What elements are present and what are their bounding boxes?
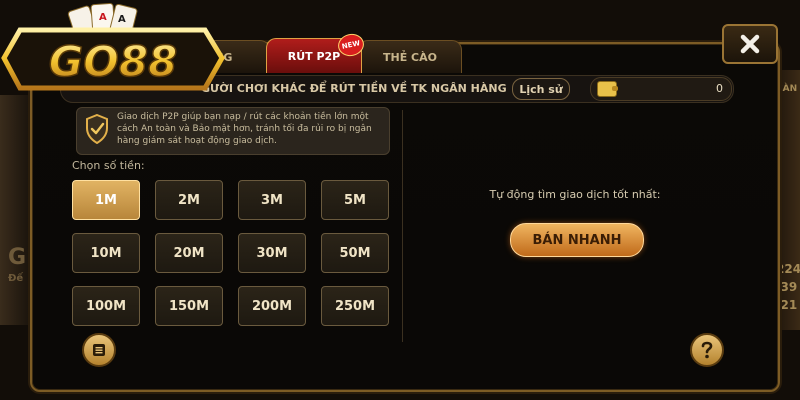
close-button[interactable] <box>722 24 778 64</box>
svg-text:A: A <box>118 14 126 25</box>
amount-option-250m[interactable]: 250M <box>321 286 389 326</box>
wallet-icon <box>597 81 618 97</box>
amount-option-200m[interactable]: 200M <box>238 286 306 326</box>
question-mark-icon <box>701 341 713 359</box>
balance-value: 0 <box>716 82 723 95</box>
amount-option-150m[interactable]: 150M <box>155 286 223 326</box>
background-left-panel: G Đế <box>0 95 30 325</box>
amount-option-50m[interactable]: 50M <box>321 233 389 273</box>
notes-button[interactable] <box>82 333 116 367</box>
amount-option-100m[interactable]: 100M <box>72 286 140 326</box>
history-button[interactable]: Lịch sử <box>512 78 570 100</box>
amount-option-10m[interactable]: 10M <box>72 233 140 273</box>
amount-option-2m[interactable]: 2M <box>155 180 223 220</box>
auto-match-label: Tự động tìm giao dịch tốt nhất: <box>489 188 661 201</box>
close-icon <box>740 34 760 54</box>
tab-p2p-label: RÚT P2P <box>287 49 341 63</box>
tab-card[interactable]: THẺ CÀO <box>358 40 462 73</box>
go88-logo: A A GO88 <box>1 2 225 91</box>
logo-text: GO88 <box>49 37 178 86</box>
shield-check-icon <box>86 114 108 144</box>
amount-option-30m[interactable]: 30M <box>238 233 306 273</box>
help-button[interactable] <box>690 333 724 367</box>
quick-sell-button[interactable]: BÁN NHANH <box>510 223 644 257</box>
svg-text:A: A <box>99 12 107 23</box>
tab-card-label: THẺ CÀO <box>383 50 437 64</box>
amount-option-1m[interactable]: 1M <box>72 180 140 220</box>
amount-option-3m[interactable]: 3M <box>238 180 306 220</box>
amount-label: Chọn số tiền: <box>72 159 145 172</box>
info-bar-title: GƯỜI CHƠI KHÁC ĐỂ RÚT TIỀN VỀ TK NGÂN HÀ… <box>201 82 507 95</box>
amount-option-20m[interactable]: 20M <box>155 233 223 273</box>
p2p-info-box: Giao dịch P2P giúp bạn nạp / rút các kho… <box>76 107 390 155</box>
balance-display: 0 <box>590 77 732 101</box>
panel-divider <box>402 110 403 342</box>
amount-option-5m[interactable]: 5M <box>321 180 389 220</box>
notes-icon <box>93 344 105 356</box>
bg-left-text-1: G <box>8 245 27 270</box>
info-text: Giao dịch P2P giúp bạn nạp / rút các kho… <box>117 112 372 146</box>
bg-left-text-2: Đế <box>8 273 24 284</box>
